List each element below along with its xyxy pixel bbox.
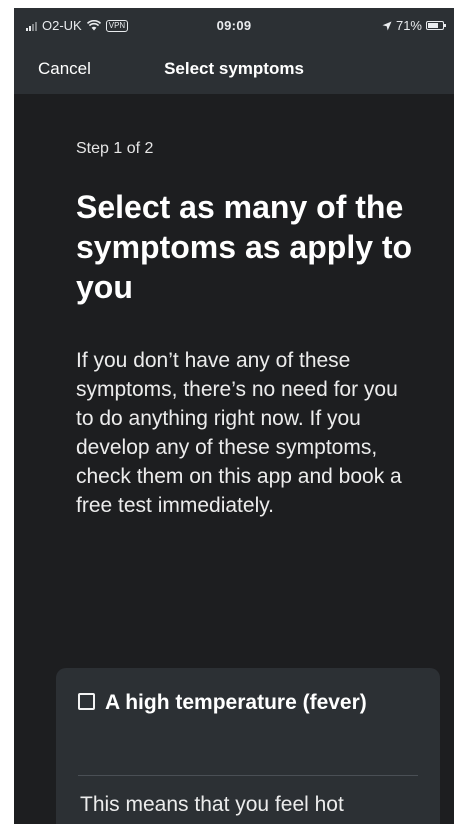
- app-screen: O2-UK VPN 09:09 71% Cancel Select sympto…: [14, 8, 454, 824]
- intro-text: If you don’t have any of these symptoms,…: [76, 349, 402, 517]
- cancel-button[interactable]: Cancel: [38, 59, 91, 79]
- battery-level: [428, 23, 438, 28]
- symptom-checkbox[interactable]: [78, 693, 95, 710]
- divider: [78, 775, 418, 776]
- symptom-label: A high temperature (fever): [105, 691, 367, 714]
- symptom-toggle[interactable]: A high temperature (fever): [78, 688, 385, 718]
- navigation-bar: Cancel Select symptoms: [14, 44, 454, 94]
- symptom-description: This means that you feel hot: [80, 793, 344, 816]
- status-right: 71%: [382, 18, 446, 33]
- symptom-card-high-temperature: A high temperature (fever) This means th…: [56, 668, 440, 824]
- heading: Select as many of the symptoms as apply …: [76, 189, 413, 305]
- battery-icon: [426, 21, 446, 30]
- location-arrow-icon: [382, 21, 392, 30]
- battery-percent: 71%: [395, 18, 422, 33]
- step-indicator: Step 1 of 2: [76, 140, 154, 157]
- status-bar: O2-UK VPN 09:09 71%: [14, 8, 454, 44]
